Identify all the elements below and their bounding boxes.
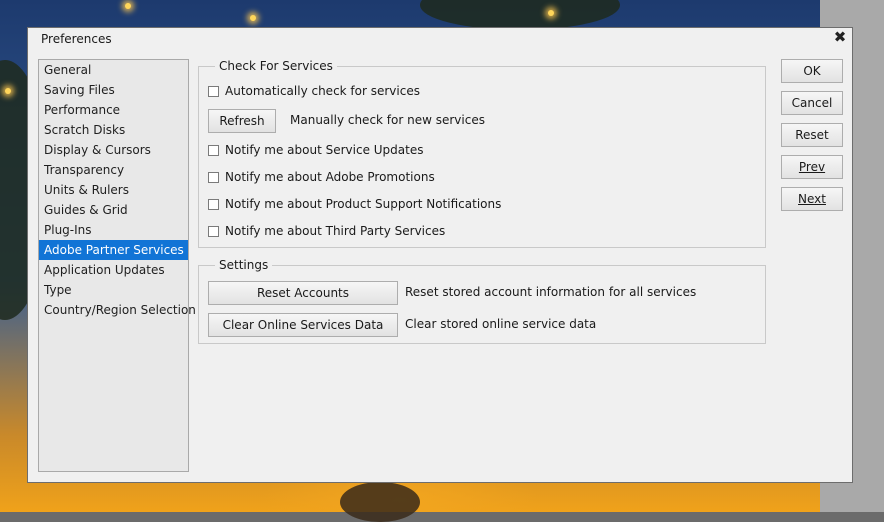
sidebar-item-plug-ins[interactable]: Plug-Ins	[39, 220, 188, 240]
sidebar-item-general[interactable]: General	[39, 60, 188, 80]
notify-promotions-checkbox[interactable]	[208, 171, 219, 183]
reset-accounts-button[interactable]: Reset Accounts	[208, 281, 398, 305]
dialog-title: Preferences	[41, 32, 112, 46]
string-light	[250, 15, 256, 21]
sidebar-item-saving-files[interactable]: Saving Files	[39, 80, 188, 100]
palm-silhouette	[340, 482, 420, 522]
sidebar-item-adobe-partner-services[interactable]: Adobe Partner Services	[39, 240, 188, 260]
refresh-description: Manually check for new services	[290, 113, 485, 127]
sidebar-item-type[interactable]: Type	[39, 280, 188, 300]
clear-online-data-description: Clear stored online service data	[405, 317, 597, 331]
notify-support-row[interactable]: Notify me about Product Support Notifica…	[208, 196, 501, 212]
sidebar-item-country-region[interactable]: Country/Region Selection	[39, 300, 196, 320]
ok-button[interactable]: OK	[781, 59, 843, 83]
notify-promotions-row[interactable]: Notify me about Adobe Promotions	[208, 169, 435, 185]
notify-promotions-label: Notify me about Adobe Promotions	[225, 170, 435, 184]
auto-check-label: Automatically check for services	[225, 84, 420, 98]
notify-support-label: Notify me about Product Support Notifica…	[225, 197, 502, 211]
notify-third-party-label: Notify me about Third Party Services	[225, 224, 446, 238]
notify-support-checkbox[interactable]	[208, 198, 219, 210]
settings-heading: Settings	[215, 258, 273, 272]
prev-button[interactable]: Prev	[781, 155, 843, 179]
sidebar-item-guides-grid[interactable]: Guides & Grid	[39, 200, 188, 220]
preferences-category-list: General Saving Files Performance Scratch…	[38, 59, 196, 472]
notify-third-party-checkbox[interactable]	[208, 225, 219, 237]
next-button[interactable]: Next	[781, 187, 843, 211]
sidebar-item-display-cursors[interactable]: Display & Cursors	[39, 140, 188, 160]
preferences-dialog: Preferences ✖ General Saving Files Perfo…	[27, 27, 853, 483]
cancel-button[interactable]: Cancel	[781, 91, 843, 115]
string-light	[125, 3, 131, 9]
title-bar: Preferences ✖	[28, 28, 852, 48]
notify-third-party-row[interactable]: Notify me about Third Party Services	[208, 223, 445, 239]
check-for-services-heading: Check For Services	[215, 59, 337, 73]
reset-button[interactable]: Reset	[781, 123, 843, 147]
refresh-button[interactable]: Refresh	[208, 109, 276, 133]
settings-group: Settings Reset Accounts Reset stored acc…	[198, 258, 766, 344]
sidebar-item-units-rulers[interactable]: Units & Rulers	[39, 180, 188, 200]
notify-updates-label: Notify me about Service Updates	[225, 143, 424, 157]
close-icon[interactable]: ✖	[832, 29, 848, 45]
auto-check-checkbox[interactable]	[208, 85, 219, 97]
sidebar-item-transparency[interactable]: Transparency	[39, 160, 188, 180]
sidebar-item-performance[interactable]: Performance	[39, 100, 188, 120]
notify-updates-checkbox[interactable]	[208, 144, 219, 156]
palm-silhouette	[420, 0, 620, 30]
clear-online-data-button[interactable]: Clear Online Services Data	[208, 313, 398, 337]
sidebar-item-scratch-disks[interactable]: Scratch Disks	[39, 120, 188, 140]
string-light	[5, 88, 11, 94]
sidebar-item-application-updates[interactable]: Application Updates	[39, 260, 188, 280]
string-light	[548, 10, 554, 16]
reset-accounts-description: Reset stored account information for all…	[405, 285, 697, 299]
check-for-services-group: Check For Services Automatically check f…	[198, 59, 766, 248]
auto-check-row[interactable]: Automatically check for services	[208, 83, 420, 99]
notify-updates-row[interactable]: Notify me about Service Updates	[208, 142, 424, 158]
